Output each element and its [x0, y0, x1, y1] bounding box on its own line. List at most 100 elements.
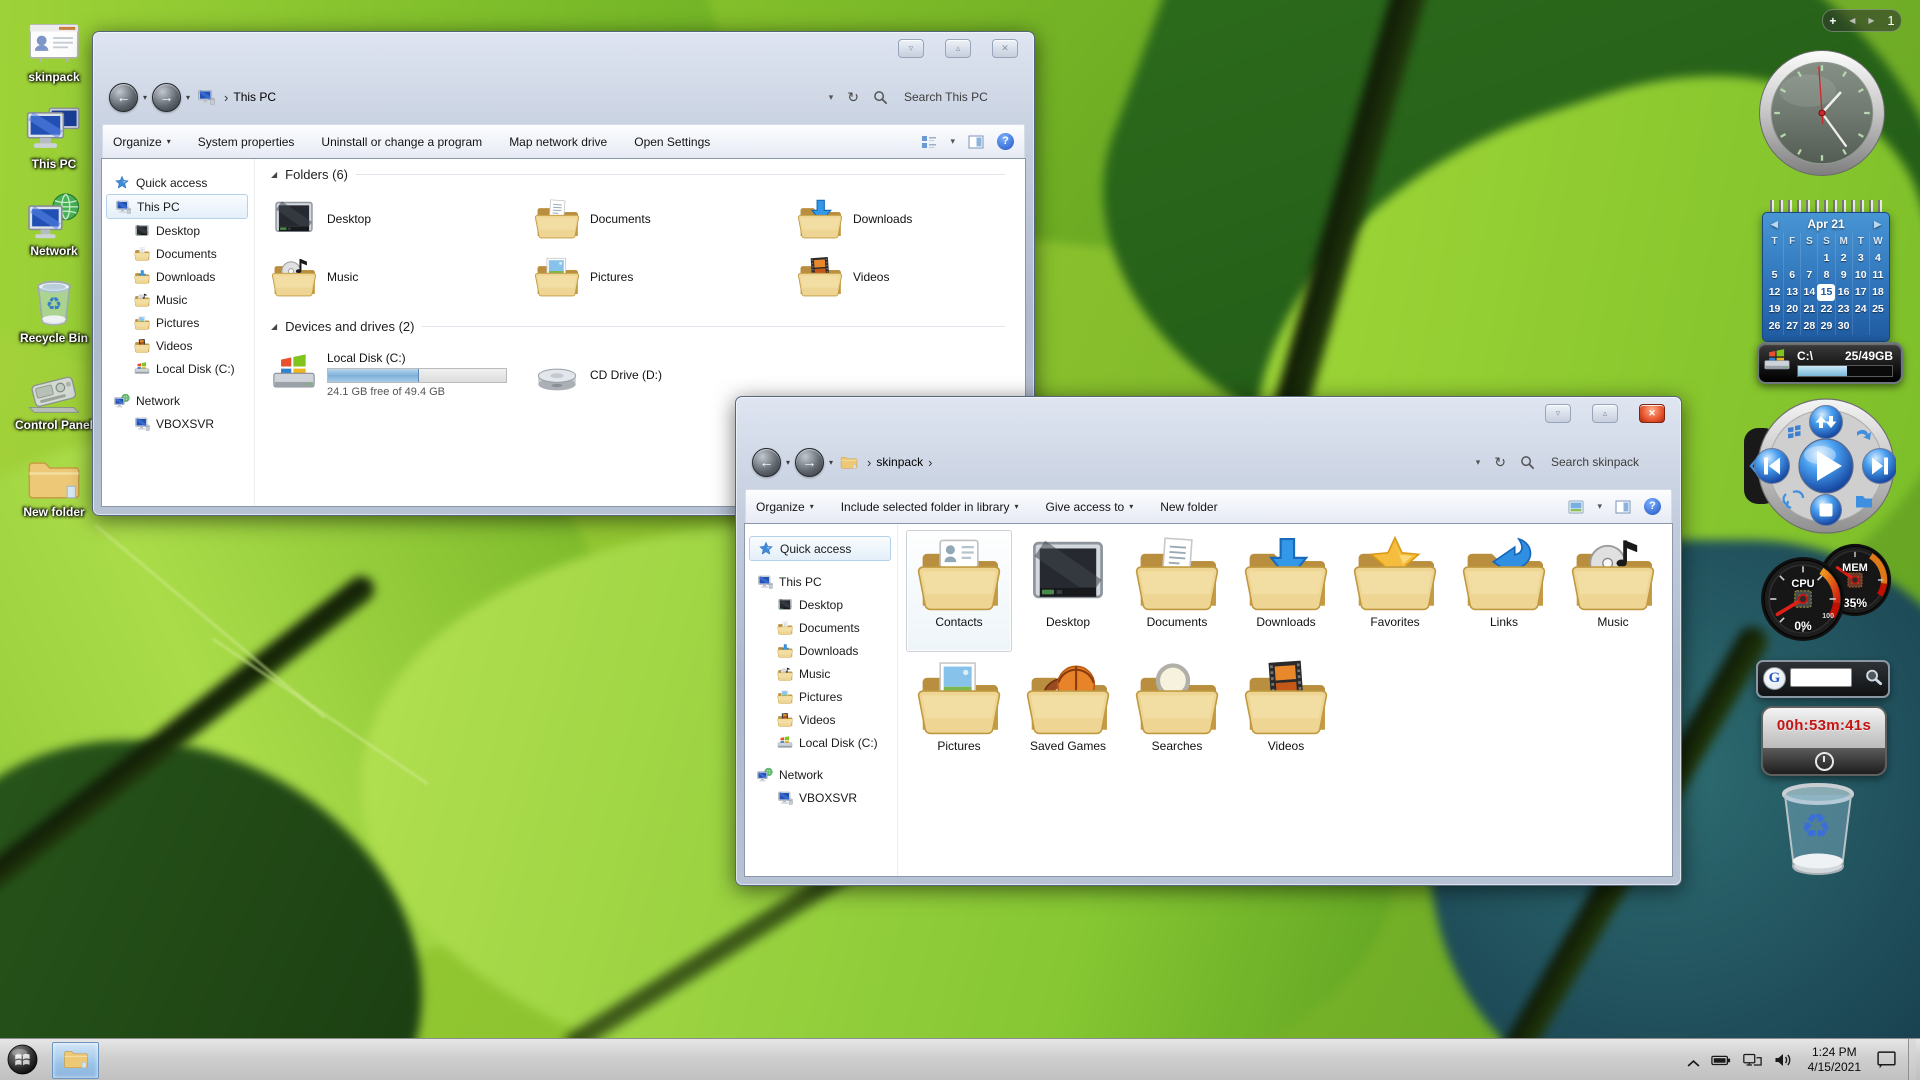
calendar-day-23[interactable]: 23: [1835, 301, 1852, 318]
folder-tile-contacts[interactable]: Contacts: [906, 530, 1012, 652]
start-button[interactable]: [7, 1044, 38, 1075]
back-history-dropdown-icon[interactable]: ▾: [143, 93, 147, 102]
clock-gadget[interactable]: [1757, 48, 1887, 178]
calendar-day-3[interactable]: 3: [1852, 250, 1869, 267]
forward-history-dropdown-icon[interactable]: ▾: [829, 458, 833, 467]
calendar-day-27[interactable]: 27: [1783, 318, 1800, 335]
close-button[interactable]: ✕: [1639, 404, 1665, 423]
calendar-day-22[interactable]: 22: [1817, 301, 1834, 318]
desktop-icon-control-panel[interactable]: Control Panel: [6, 366, 102, 432]
toolbar-button-organize[interactable]: Organize▾: [113, 135, 171, 149]
change-view-icon[interactable]: [1568, 499, 1584, 515]
back-button[interactable]: ←: [752, 448, 781, 477]
sidebar-item-quick-access[interactable]: Quick access: [102, 171, 254, 194]
view-dropdown-icon[interactable]: ▾: [950, 136, 955, 147]
breadcrumb-separator[interactable]: ›: [928, 455, 932, 470]
toolbar-button-give-access-to[interactable]: Give access to▾: [1046, 500, 1134, 514]
sidebar-item-documents[interactable]: Documents: [102, 242, 254, 265]
gadget-next-icon[interactable]: ▶: [1868, 16, 1874, 25]
calendar-day-9[interactable]: 9: [1835, 267, 1852, 284]
drive-meter-gadget[interactable]: C:\ 25/49GB: [1757, 342, 1903, 384]
folder-tile-searches[interactable]: Searches: [1124, 654, 1230, 776]
calendar-day-14[interactable]: 14: [1800, 284, 1817, 301]
breadcrumb[interactable]: This PC: [233, 90, 276, 104]
gadget-prev-icon[interactable]: ◀: [1849, 16, 1855, 25]
folder-tile-downloads[interactable]: Downloads: [797, 193, 1026, 245]
calendar-day-30[interactable]: 30: [1835, 318, 1852, 335]
refresh-icon[interactable]: ↻: [847, 89, 859, 106]
preview-pane-icon[interactable]: [968, 134, 984, 150]
folder-tile-links[interactable]: Links: [1451, 530, 1557, 652]
calendar-day-16[interactable]: 16: [1835, 284, 1852, 301]
search-input[interactable]: [1549, 454, 1665, 470]
calendar-day-8[interactable]: 8: [1817, 267, 1834, 284]
calendar-next-icon[interactable]: ▶: [1874, 219, 1881, 230]
folder-tile-music[interactable]: Music: [1560, 530, 1666, 652]
calendar-day-15[interactable]: 15: [1817, 284, 1834, 301]
sidebar-item-local-disk-c[interactable]: Local Disk (C:): [745, 731, 897, 754]
breadcrumb[interactable]: skinpack: [876, 455, 923, 469]
calendar-day-4[interactable]: 4: [1869, 250, 1886, 267]
sidebar-item-this-pc[interactable]: This PC: [106, 194, 248, 219]
sidebar-item-pictures[interactable]: Pictures: [102, 311, 254, 334]
drive-tile-cd-drive-d[interactable]: CD Drive (D:): [534, 349, 784, 401]
forward-button[interactable]: →: [152, 83, 181, 112]
back-history-dropdown-icon[interactable]: ▾: [786, 458, 790, 467]
cpu-gauge-gadget[interactable]: CPU 100 0%: [1760, 556, 1846, 642]
calendar-day-7[interactable]: 7: [1800, 267, 1817, 284]
toolbar-button-map-network-drive[interactable]: Map network drive: [509, 135, 607, 149]
calendar-gadget[interactable]: ◀ Apr 21 ▶ TFSSMTW1234567891011121314151…: [1762, 200, 1890, 342]
drive-tile-local-disk-c[interactable]: Local Disk (C:)24.1 GB free of 49.4 GB: [271, 343, 521, 405]
timer-stop-icon[interactable]: [1815, 752, 1834, 771]
sidebar-item-network[interactable]: Network: [102, 389, 254, 412]
calendar-day-10[interactable]: 10: [1852, 267, 1869, 284]
back-button[interactable]: ←: [109, 83, 138, 112]
timer-gadget[interactable]: 00h:53m:41s: [1761, 706, 1887, 776]
desktop-icon-new-folder[interactable]: New folder: [6, 453, 102, 519]
calendar-day-25[interactable]: 25: [1869, 301, 1886, 318]
calendar-day-28[interactable]: 28: [1800, 318, 1817, 335]
calendar-day-6[interactable]: 6: [1783, 267, 1800, 284]
calendar-prev-icon[interactable]: ◀: [1771, 219, 1778, 230]
sidebar-item-downloads[interactable]: Downloads: [102, 265, 254, 288]
minimize-button[interactable]: ▿: [898, 39, 924, 58]
sidebar-item-music[interactable]: Music: [102, 288, 254, 311]
forward-button[interactable]: →: [795, 448, 824, 477]
media-player-gadget[interactable]: [1744, 396, 1896, 536]
calendar-day-12[interactable]: 12: [1766, 284, 1783, 301]
folder-tile-documents[interactable]: Documents: [534, 193, 784, 245]
section-collapse-icon[interactable]: ◢: [271, 322, 277, 331]
toolbar-button-system-properties[interactable]: System properties: [198, 135, 295, 149]
sidebar-item-pictures[interactable]: Pictures: [745, 685, 897, 708]
desktop-icon-skinpack[interactable]: skinpack: [6, 18, 102, 84]
sidebar-item-quick-access[interactable]: Quick access: [749, 536, 891, 561]
calendar-day-1[interactable]: 1: [1817, 250, 1834, 267]
recycle-bin-gadget[interactable]: ♻: [1776, 782, 1860, 878]
sidebar-item-downloads[interactable]: Downloads: [745, 639, 897, 662]
calendar-day-20[interactable]: 20: [1783, 301, 1800, 318]
action-center-icon[interactable]: [1876, 1050, 1897, 1069]
sidebar-item-desktop[interactable]: Desktop: [102, 219, 254, 242]
sidebar-item-vboxsvr[interactable]: VBOXSVR: [102, 412, 254, 435]
toolbar-button-open-settings[interactable]: Open Settings: [634, 135, 710, 149]
calendar-day-5[interactable]: 5: [1766, 267, 1783, 284]
gadget-add-button[interactable]: +: [1829, 14, 1836, 28]
sidebar-item-videos[interactable]: Videos: [102, 334, 254, 357]
folder-tile-videos[interactable]: Videos: [1233, 654, 1339, 776]
calendar-day-11[interactable]: 11: [1869, 267, 1886, 284]
section-header-folders-6[interactable]: ◢Folders (6): [271, 167, 1005, 182]
folder-tile-downloads[interactable]: Downloads: [1233, 530, 1339, 652]
sidebar-item-documents[interactable]: Documents: [745, 616, 897, 639]
calendar-day-26[interactable]: 26: [1766, 318, 1783, 335]
show-hidden-icons-chevron[interactable]: [1687, 1055, 1700, 1064]
address-dropdown-icon[interactable]: ▾: [1476, 457, 1481, 468]
folder-tile-desktop[interactable]: Desktop: [271, 193, 521, 245]
folder-tile-pictures[interactable]: Pictures: [906, 654, 1012, 776]
calendar-day-19[interactable]: 19: [1766, 301, 1783, 318]
search-input[interactable]: [902, 89, 1018, 105]
calendar-day-18[interactable]: 18: [1869, 284, 1886, 301]
folder-tile-videos[interactable]: Videos: [797, 251, 1026, 303]
folder-tile-favorites[interactable]: Favorites: [1342, 530, 1448, 652]
close-button[interactable]: ✕: [992, 39, 1018, 58]
sidebar-item-desktop[interactable]: Desktop: [745, 593, 897, 616]
